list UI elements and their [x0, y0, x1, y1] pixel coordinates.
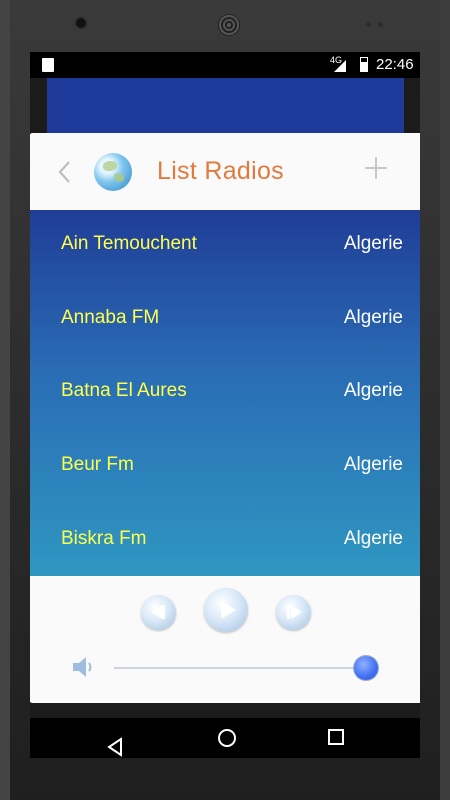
next-icon[interactable]: [276, 595, 311, 630]
globe-icon: [94, 153, 132, 191]
volume-slider[interactable]: [114, 656, 378, 680]
play-icon[interactable]: [204, 588, 248, 632]
sd-card-icon: [42, 58, 54, 72]
radio-dialog: List Radios Ain Temouchent Algerie Annab…: [30, 133, 420, 703]
volume-icon[interactable]: [71, 654, 97, 680]
nav-recent-icon[interactable]: [327, 728, 345, 746]
add-icon[interactable]: [363, 153, 389, 187]
phone-edge-left: [0, 0, 10, 800]
station-name: Annaba FM: [61, 307, 160, 328]
sensor-dot: [378, 22, 383, 27]
status-bar: 4G 22:46: [30, 52, 420, 78]
screen: 4G 22:46 List Radios Ain Temouchent Alge…: [30, 52, 420, 758]
station-list: Ain Temouchent Algerie Annaba FM Algerie…: [30, 210, 420, 576]
page-title: List Radios: [157, 157, 284, 185]
phone-edge-right: [440, 0, 450, 800]
station-row[interactable]: Batna El Aures Algerie: [30, 357, 420, 431]
station-country: Algerie: [343, 307, 403, 328]
station-country: Algerie: [343, 380, 403, 401]
station-name: Batna El Aures: [61, 380, 187, 401]
nav-home-icon[interactable]: [217, 728, 237, 748]
dialog-header: List Radios: [30, 133, 420, 210]
volume-fill: [114, 667, 366, 669]
station-country: Algerie: [343, 454, 403, 475]
nav-back-icon[interactable]: [106, 728, 122, 757]
station-country: Algerie: [343, 528, 403, 549]
volume-thumb[interactable]: [354, 656, 378, 680]
speaker-grill: [218, 14, 240, 36]
station-country: Algerie: [343, 233, 403, 254]
previous-icon[interactable]: [141, 595, 176, 630]
station-row[interactable]: Biskra Fm Algerie: [30, 505, 420, 579]
player-controls: [30, 576, 420, 703]
camera-icon: [76, 18, 86, 28]
station-name: Beur Fm: [61, 454, 134, 475]
phone-frame: 4G 22:46 List Radios Ain Temouchent Alge…: [0, 0, 450, 800]
back-icon[interactable]: [55, 159, 75, 185]
signal-icon: [334, 60, 346, 72]
station-row[interactable]: Ain Temouchent Algerie: [30, 210, 420, 284]
sensor-dot: [366, 22, 371, 27]
status-time: 22:46: [376, 56, 414, 73]
station-name: Biskra Fm: [61, 528, 147, 549]
navigation-bar: [30, 718, 420, 758]
station-row[interactable]: Beur Fm Algerie: [30, 431, 420, 505]
station-name: Ain Temouchent: [61, 233, 197, 254]
battery-icon: [360, 57, 368, 72]
station-row[interactable]: Annaba FM Algerie: [30, 284, 420, 358]
background-app-panel: [47, 78, 404, 138]
